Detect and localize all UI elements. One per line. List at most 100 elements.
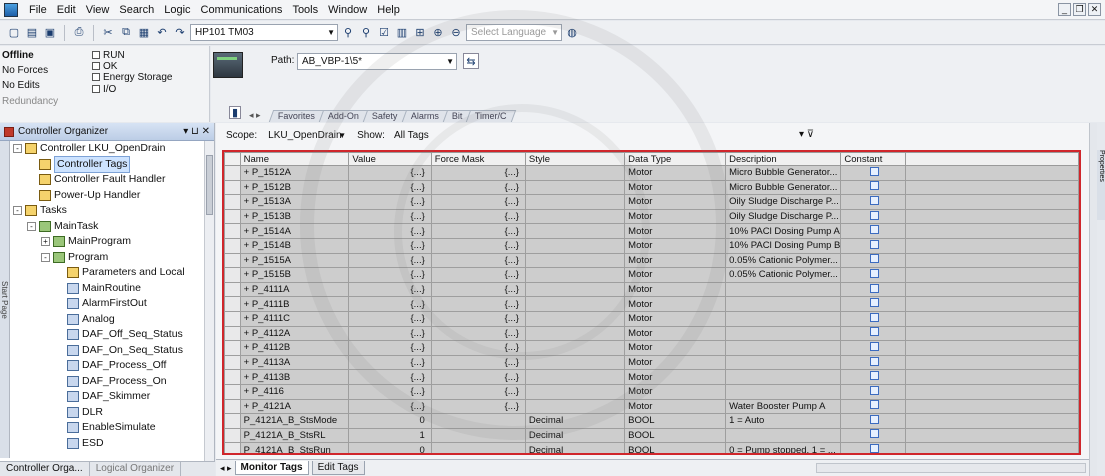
cell-value[interactable]: {...} bbox=[348, 223, 432, 239]
constant-checkbox[interactable] bbox=[870, 429, 880, 439]
cell-description[interactable]: 10% PACl Dosing Pump B bbox=[725, 237, 842, 254]
edits-status[interactable]: No Edits bbox=[2, 80, 40, 91]
tree-item[interactable]: MainRoutine bbox=[11, 281, 204, 297]
tab-alarms[interactable]: Alarms bbox=[401, 110, 448, 122]
table-row[interactable]: P_4121A_B_StsRL 1 Decimal BOOL bbox=[224, 427, 1079, 444]
cell-value[interactable]: {...} bbox=[348, 354, 432, 371]
cell-force-mask[interactable]: {...} bbox=[430, 354, 526, 371]
cell-name[interactable]: + P_4113B bbox=[239, 369, 350, 385]
horizontal-scrollbar[interactable] bbox=[816, 463, 1086, 473]
cell-name[interactable]: + P_4112A bbox=[239, 325, 350, 342]
row-header[interactable] bbox=[224, 237, 241, 254]
row-header[interactable] bbox=[224, 325, 241, 342]
scope-select[interactable]: LKU_OpenDrain ▼ bbox=[263, 127, 349, 144]
collapse-icon[interactable]: - bbox=[13, 144, 22, 154]
constant-checkbox[interactable] bbox=[870, 356, 880, 366]
constant-checkbox[interactable] bbox=[870, 225, 880, 235]
cell-description[interactable] bbox=[725, 427, 842, 444]
cell-value[interactable]: {...} bbox=[348, 267, 432, 283]
find-next-icon[interactable]: ⚲ bbox=[358, 25, 374, 41]
cell-description[interactable] bbox=[725, 281, 842, 298]
cell-force-mask[interactable] bbox=[430, 413, 526, 429]
cell-value[interactable]: {...} bbox=[348, 208, 432, 225]
table-row[interactable]: + P_1513A {...} {...} Motor Oily Sludge Disc… bbox=[224, 194, 1079, 210]
table-row[interactable]: + P_1515B {...} {...} Motor 0.05% Cationic P… bbox=[224, 267, 1079, 283]
cell-style[interactable] bbox=[524, 252, 626, 269]
menu-edit[interactable]: Edit bbox=[52, 0, 81, 20]
cell-force-mask[interactable]: {...} bbox=[430, 310, 526, 327]
row-header[interactable] bbox=[224, 310, 241, 327]
cell-data-type[interactable]: Motor bbox=[624, 165, 727, 181]
row-header[interactable] bbox=[224, 208, 241, 225]
cell-force-mask[interactable]: {...} bbox=[430, 252, 526, 269]
row-header[interactable] bbox=[224, 267, 241, 283]
find-icon[interactable]: ⚲ bbox=[340, 25, 356, 41]
table-row[interactable]: + P_4116 {...} {...} Motor bbox=[224, 383, 1079, 400]
row-header[interactable] bbox=[224, 383, 241, 400]
menu-view[interactable]: View bbox=[81, 0, 115, 20]
cell-name[interactable]: + P_4113A bbox=[239, 354, 350, 371]
cell-data-type[interactable]: Motor bbox=[624, 237, 727, 254]
cell-name[interactable]: + P_1515B bbox=[239, 267, 350, 283]
redo-icon[interactable]: ↷ bbox=[172, 25, 188, 41]
cell-force-mask[interactable]: {...} bbox=[430, 237, 526, 254]
cell-data-type[interactable]: Motor bbox=[624, 208, 727, 225]
undo-icon[interactable]: ↶ bbox=[154, 25, 170, 41]
cell-description[interactable]: Micro Bubble Generator... bbox=[725, 165, 842, 181]
table-row[interactable]: + P_4111B {...} {...} Motor bbox=[224, 296, 1079, 312]
cell-data-type[interactable]: Motor bbox=[624, 354, 727, 371]
table-row[interactable]: + P_1514A {...} {...} Motor 10% PACl Dosing … bbox=[224, 223, 1079, 239]
row-header[interactable] bbox=[224, 296, 241, 312]
instruction-toolbar-icon[interactable]: ▮ bbox=[229, 106, 241, 119]
constant-checkbox[interactable] bbox=[870, 283, 880, 293]
cell-data-type[interactable]: BOOL bbox=[624, 413, 727, 429]
cell-value[interactable]: {...} bbox=[348, 194, 432, 210]
constant-checkbox[interactable] bbox=[870, 239, 880, 249]
cell-name[interactable]: P_4121A_B_StsMode bbox=[239, 413, 350, 429]
cell-name[interactable]: + P_4112B bbox=[239, 340, 350, 356]
tree-item[interactable]: Power-Up Handler bbox=[11, 188, 204, 204]
new-file-icon[interactable]: ▢ bbox=[6, 25, 22, 41]
cell-description[interactable]: Oily Sludge Discharge P... bbox=[725, 208, 842, 225]
go-online-icon[interactable]: ⇆ bbox=[463, 53, 479, 69]
row-header[interactable] bbox=[224, 427, 241, 444]
cell-value[interactable]: 0 bbox=[348, 413, 432, 429]
row-header[interactable] bbox=[224, 442, 241, 453]
tab-edit-tags[interactable]: Edit Tags bbox=[311, 461, 365, 475]
tree-item[interactable]: Parameters and Local bbox=[11, 265, 204, 281]
cell-force-mask[interactable]: {...} bbox=[430, 340, 526, 356]
constant-checkbox[interactable] bbox=[870, 210, 880, 220]
print-icon[interactable]: ⎙ bbox=[71, 25, 87, 41]
cell-data-type[interactable]: Motor bbox=[624, 383, 727, 400]
tree-item[interactable]: Controller Fault Handler bbox=[11, 172, 204, 188]
table-row[interactable]: + P_1514B {...} {...} Motor 10% PACl Dosing … bbox=[224, 237, 1079, 254]
constant-checkbox[interactable] bbox=[870, 327, 880, 337]
row-header[interactable] bbox=[224, 223, 241, 239]
collapse-icon[interactable]: - bbox=[41, 252, 50, 262]
open-folder-icon[interactable]: ▤ bbox=[24, 25, 40, 41]
tree-item[interactable]: - Controller LKU_OpenDrain bbox=[11, 141, 204, 157]
tree-item[interactable]: ESD bbox=[11, 436, 204, 452]
cell-name[interactable]: + P_4121A bbox=[239, 398, 350, 415]
collapse-icon[interactable]: - bbox=[13, 206, 22, 216]
cell-value[interactable]: {...} bbox=[348, 237, 432, 254]
cell-style[interactable] bbox=[524, 398, 626, 415]
cell-description[interactable] bbox=[725, 369, 842, 385]
cell-name[interactable]: P_4121A_B_StsRL bbox=[239, 427, 350, 444]
cell-data-type[interactable]: Motor bbox=[624, 281, 727, 298]
cell-name[interactable]: P_4121A_B_StsRun bbox=[239, 442, 350, 453]
cell-style[interactable] bbox=[524, 369, 626, 385]
tree-item[interactable]: EnableSimulate bbox=[11, 420, 204, 436]
cell-data-type[interactable]: BOOL bbox=[624, 427, 727, 444]
row-header[interactable] bbox=[224, 252, 241, 269]
restore-icon[interactable]: ❐ bbox=[1073, 3, 1086, 16]
cell-force-mask[interactable] bbox=[430, 442, 526, 453]
cell-style[interactable]: Decimal bbox=[524, 413, 626, 429]
constant-checkbox[interactable] bbox=[870, 444, 880, 453]
row-header[interactable] bbox=[224, 194, 241, 210]
cell-style[interactable] bbox=[524, 310, 626, 327]
tab-favorites[interactable]: Favorites bbox=[268, 110, 325, 122]
column-force-mask[interactable]: Force Mask bbox=[430, 152, 526, 166]
cell-force-mask[interactable]: {...} bbox=[430, 165, 526, 181]
cell-name[interactable]: + P_1514B bbox=[239, 237, 350, 254]
